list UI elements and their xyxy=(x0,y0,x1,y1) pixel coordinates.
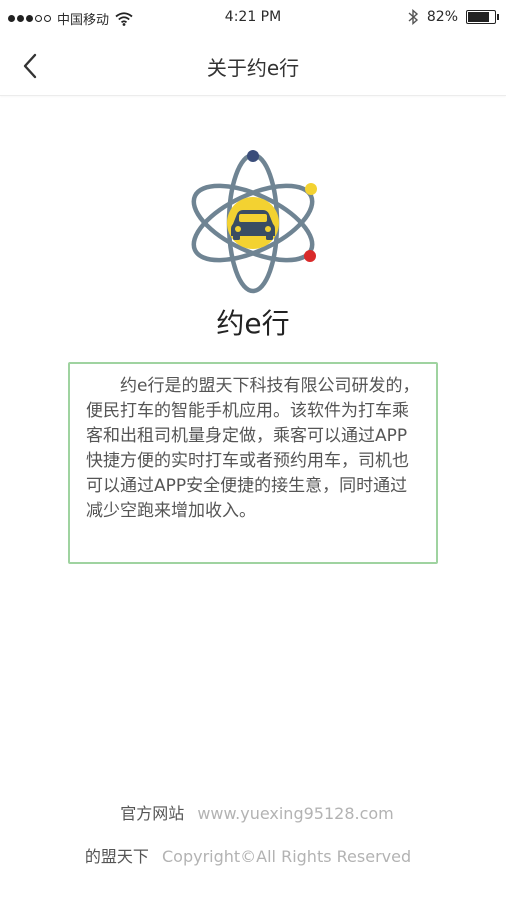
bluetooth-icon xyxy=(408,9,418,25)
copyright-row: 的盟天下 Copyright©All Rights Reserved xyxy=(0,843,506,867)
website-link[interactable]: www.yuexing95128.com xyxy=(197,804,393,823)
status-bar: 中国移动 4:21 PM 82% xyxy=(0,0,506,36)
company-name: 的盟天下 xyxy=(84,847,149,866)
page-title: 关于约e行 xyxy=(206,56,300,80)
electron-bottom xyxy=(304,250,316,262)
status-right: 82% xyxy=(407,9,499,25)
electron-right xyxy=(305,183,317,195)
nav-bar: 关于约e行 xyxy=(0,36,506,96)
website-row: 官方网站 www.yuexing95128.com xyxy=(0,800,506,824)
battery-percent: 82% xyxy=(426,9,458,25)
app-logo xyxy=(191,150,317,294)
description-box: 约e行是的盟天下科技有限公司研发的，便民打车的智能手机应用。该软件为打车乘客和出… xyxy=(68,362,438,564)
electron-top xyxy=(247,150,259,162)
website-label: 官方网站 xyxy=(120,804,185,823)
description-text: 约e行是的盟天下科技有限公司研发的，便民打车的智能手机应用。该软件为打车乘客和出… xyxy=(86,376,420,521)
copyright-text: Copyright©All Rights Reserved xyxy=(161,847,412,866)
battery-icon xyxy=(466,10,499,24)
app-name: 约e行 xyxy=(216,307,290,340)
atom-car-icon xyxy=(191,150,317,294)
battery-fill xyxy=(468,12,489,22)
